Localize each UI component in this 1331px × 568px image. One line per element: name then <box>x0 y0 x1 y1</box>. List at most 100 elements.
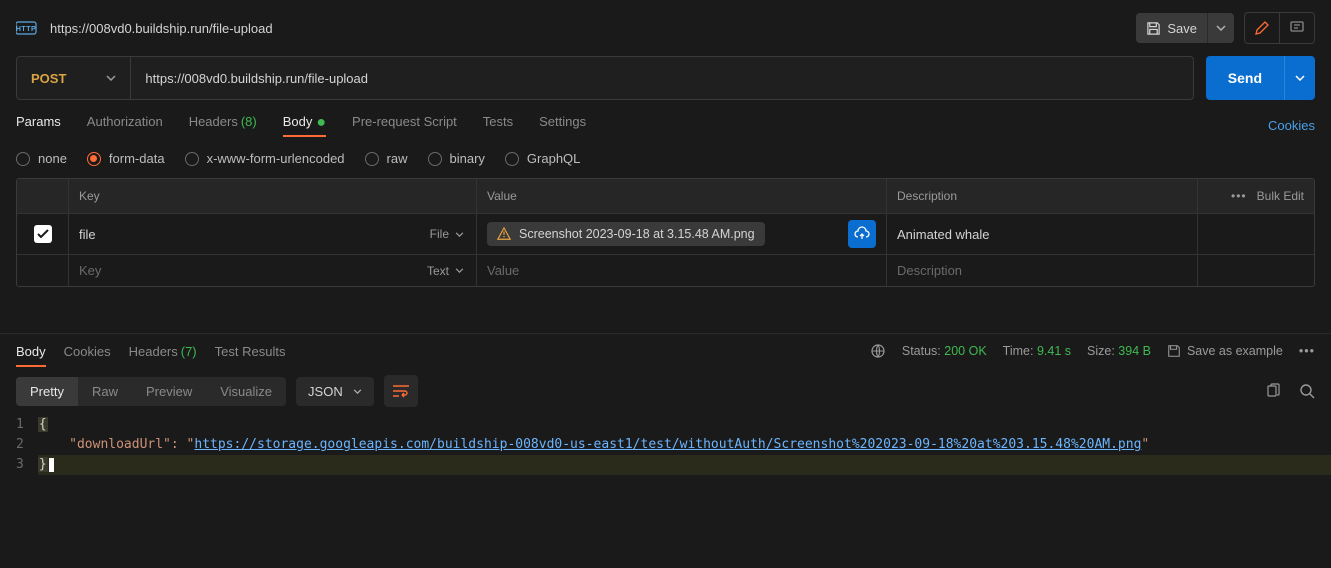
table-header: Key Value Description ••• Bulk Edit <box>17 179 1314 213</box>
url-input[interactable] <box>131 57 1192 99</box>
tab-body[interactable]: Body● <box>283 114 326 137</box>
wrap-icon <box>392 384 410 398</box>
row-key-cell[interactable]: file File <box>69 214 477 254</box>
save-icon <box>1167 344 1181 358</box>
save-caret-button[interactable] <box>1207 13 1234 43</box>
view-mode-row: Pretty Raw Preview Visualize JSON <box>0 367 1331 415</box>
download-url-link[interactable]: https://storage.googleapis.com/buildship… <box>194 437 1141 452</box>
pencil-icon <box>1254 20 1270 36</box>
tab-settings[interactable]: Settings <box>539 114 586 137</box>
view-preview[interactable]: Preview <box>132 377 206 406</box>
more-icon[interactable]: ••• <box>1231 189 1247 203</box>
modified-dot-icon: ● <box>316 114 326 131</box>
response-tabs: Body Cookies Headers(7) Test Results Sta… <box>0 333 1331 367</box>
svg-text:HTTP: HTTP <box>16 26 36 33</box>
edit-button[interactable] <box>1245 13 1279 43</box>
resp-tab-headers[interactable]: Headers(7) <box>129 334 197 367</box>
row-checkbox[interactable] <box>34 225 52 243</box>
http-badge-icon: HTTP <box>16 20 38 36</box>
send-button[interactable]: Send <box>1206 56 1284 100</box>
search-icon[interactable] <box>1299 383 1315 399</box>
header-description: Description <box>887 179 1198 213</box>
save-as-example-button[interactable]: Save as example <box>1167 344 1283 358</box>
header-checkbox-col <box>17 179 69 213</box>
table-row-placeholder: Key Text Value Description <box>17 254 1314 286</box>
view-visualize[interactable]: Visualize <box>206 377 286 406</box>
row-actions <box>1198 214 1314 254</box>
view-right-icons <box>1265 383 1315 399</box>
bulk-edit-link[interactable]: Bulk Edit <box>1257 189 1304 203</box>
save-button-group: Save <box>1136 13 1234 43</box>
body-type-row: none form-data x-www-form-urlencoded raw… <box>0 137 1331 178</box>
view-raw[interactable]: Raw <box>78 377 132 406</box>
chevron-down-icon <box>1216 25 1226 31</box>
status-group: Status: 200 OK <box>902 344 987 358</box>
comment-button[interactable] <box>1280 13 1314 43</box>
code-line: { <box>38 415 1331 435</box>
row-desc-cell[interactable]: Animated whale <box>887 214 1198 254</box>
header-actions: ••• Bulk Edit <box>1198 179 1314 213</box>
resp-tab-body[interactable]: Body <box>16 334 46 367</box>
resp-tab-test-results[interactable]: Test Results <box>215 334 286 367</box>
code-line: } <box>38 455 1331 475</box>
top-bar: HTTP https://008vd0.buildship.run/file-u… <box>0 0 1331 56</box>
chevron-down-icon <box>106 75 116 81</box>
response-code: 1 2 3 { "downloadUrl": "https://storage.… <box>0 415 1331 475</box>
request-tabs: Params Authorization Headers(8) Body● Pr… <box>0 114 1331 137</box>
header-value: Value <box>477 179 887 213</box>
send-button-group: Send <box>1206 56 1315 100</box>
method-select[interactable]: POST <box>17 57 131 99</box>
tab-authorization[interactable]: Authorization <box>87 114 163 137</box>
row-value-cell[interactable]: Screenshot 2023-09-18 at 3.15.48 AM.png <box>477 214 887 254</box>
cloud-upload-icon <box>854 226 870 242</box>
chevron-down-icon <box>353 389 362 394</box>
line-gutter: 1 2 3 <box>16 415 38 475</box>
code-line: "downloadUrl": "https://storage.googleap… <box>38 435 1331 455</box>
resp-tab-cookies[interactable]: Cookies <box>64 334 111 367</box>
view-pretty[interactable]: Pretty <box>16 377 78 406</box>
code-lines[interactable]: { "downloadUrl": "https://storage.google… <box>38 415 1331 475</box>
method-url-group: POST <box>16 56 1194 100</box>
radio-xwww[interactable]: x-www-form-urlencoded <box>185 151 345 166</box>
cursor-icon <box>49 458 54 472</box>
tab-pre-request[interactable]: Pre-request Script <box>352 114 457 137</box>
key-type-select[interactable]: Text <box>421 261 470 281</box>
row-checkbox-cell <box>17 255 69 286</box>
tab-params[interactable]: Params <box>16 114 61 137</box>
method-label: POST <box>31 71 66 86</box>
row-key-text: file <box>79 227 96 242</box>
radio-none[interactable]: none <box>16 151 67 166</box>
response-meta: Status: 200 OK Time: 9.41 s Size: 394 B … <box>870 343 1315 359</box>
radio-graphql[interactable]: GraphQL <box>505 151 580 166</box>
cookies-link[interactable]: Cookies <box>1268 118 1315 133</box>
table-row: file File Screenshot 2023-09-18 at 3.15.… <box>17 213 1314 254</box>
save-button[interactable]: Save <box>1136 13 1207 43</box>
time-group: Time: 9.41 s <box>1003 344 1071 358</box>
radio-form-data[interactable]: form-data <box>87 151 165 166</box>
warning-icon <box>497 227 511 241</box>
tab-headers[interactable]: Headers(8) <box>189 114 257 137</box>
check-icon <box>37 229 49 239</box>
key-type-select[interactable]: File <box>424 224 470 244</box>
globe-icon[interactable] <box>870 343 886 359</box>
copy-icon[interactable] <box>1265 383 1281 399</box>
chevron-down-icon <box>1295 75 1305 81</box>
placeholder-value-cell[interactable]: Value <box>477 255 887 286</box>
placeholder-key-cell[interactable]: Key Text <box>69 255 477 286</box>
comment-icon <box>1289 20 1305 36</box>
wrap-button[interactable] <box>384 375 418 407</box>
tab-tests[interactable]: Tests <box>483 114 513 137</box>
placeholder-description: Description <box>897 263 962 278</box>
header-key: Key <box>69 179 477 213</box>
placeholder-desc-cell[interactable]: Description <box>887 255 1198 286</box>
file-chip[interactable]: Screenshot 2023-09-18 at 3.15.48 AM.png <box>487 222 765 246</box>
chevron-down-icon <box>455 268 464 273</box>
upload-button[interactable] <box>848 220 876 248</box>
radio-raw[interactable]: raw <box>365 151 408 166</box>
radio-binary[interactable]: binary <box>428 151 485 166</box>
format-select[interactable]: JSON <box>296 377 374 406</box>
placeholder-key: Key <box>79 263 101 278</box>
save-icon <box>1146 21 1161 36</box>
send-caret-button[interactable] <box>1284 56 1315 100</box>
more-icon[interactable]: ••• <box>1299 344 1315 358</box>
